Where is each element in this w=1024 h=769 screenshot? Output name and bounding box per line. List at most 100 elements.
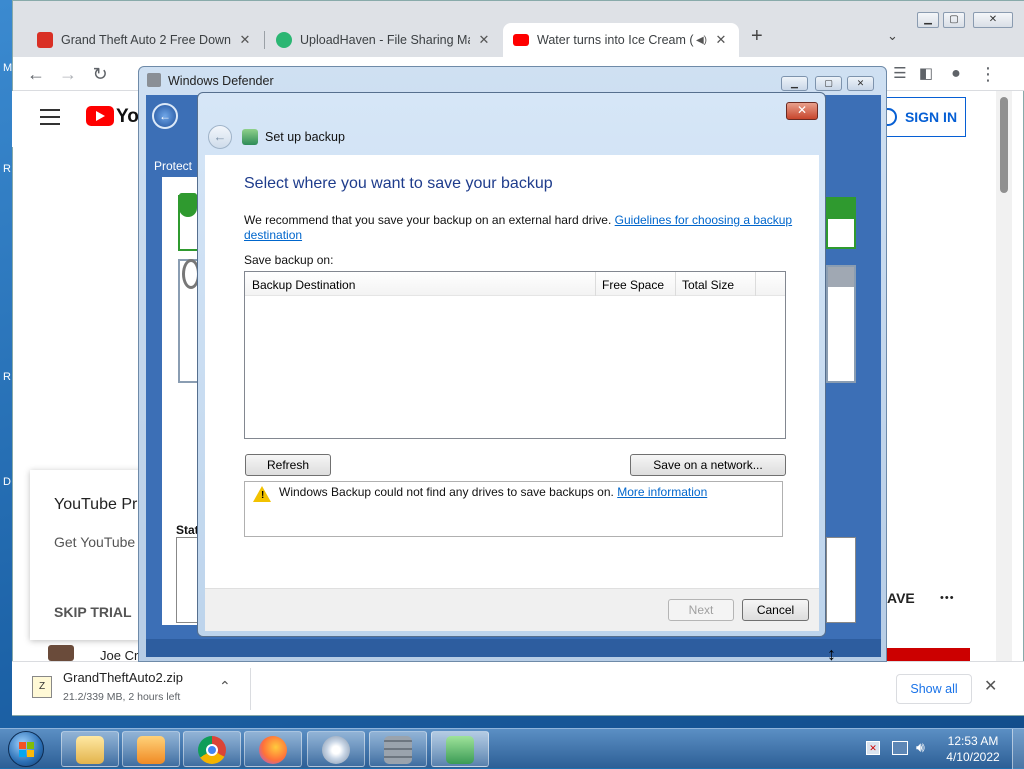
dialog-footer: Next Cancel bbox=[205, 588, 819, 631]
reading-list-icon[interactable]: ☰ bbox=[887, 61, 913, 87]
set-up-backup-dialog: ✕ ← Set up backup Select where you want … bbox=[197, 92, 826, 637]
uploadhaven-icon bbox=[276, 32, 292, 48]
taskbar-explorer[interactable] bbox=[61, 731, 119, 767]
dialog-title: Set up backup bbox=[265, 130, 345, 144]
save-backup-on-label: Save backup on: bbox=[244, 253, 334, 267]
close-tab-icon[interactable]: ✕ bbox=[237, 32, 253, 48]
tab-title: Water turns into Ice Cream ( bbox=[537, 33, 694, 47]
more-actions-icon[interactable]: ••• bbox=[940, 592, 955, 604]
cancel-button[interactable]: Cancel bbox=[742, 599, 809, 621]
back-arrow-icon[interactable]: ← bbox=[152, 103, 178, 129]
chrome-menu-icon[interactable]: ⋮ bbox=[975, 61, 1001, 87]
start-button[interactable] bbox=[8, 731, 44, 767]
new-tab-button[interactable]: + bbox=[751, 25, 763, 48]
clock-time: 12:53 AM bbox=[947, 734, 999, 748]
desktop-icon-label: R bbox=[3, 371, 11, 383]
page-heading: Select where you want to save your backu… bbox=[244, 175, 553, 192]
taskbar-firefox[interactable] bbox=[244, 731, 302, 767]
defender-castle-icon bbox=[384, 736, 412, 764]
back-arrow-icon[interactable]: ← bbox=[23, 61, 49, 87]
next-button[interactable]: Next bbox=[668, 599, 734, 621]
tab-search-chevron-icon[interactable]: ⌄ bbox=[887, 28, 898, 44]
taskbar-disc-app[interactable] bbox=[307, 731, 365, 767]
shield-icon bbox=[179, 193, 197, 217]
column-header-free-space[interactable]: Free Space bbox=[602, 278, 664, 292]
youtube-premium-promo: YouTube Pr Get YouTube SKIP TRIAL bbox=[30, 470, 142, 640]
page-scrollbar[interactable] bbox=[996, 91, 1012, 661]
maximize-button[interactable]: ▢ bbox=[815, 76, 842, 91]
save-on-network-button[interactable]: Save on a network... bbox=[630, 454, 786, 476]
channel-name[interactable]: Joe Cr bbox=[100, 648, 138, 661]
defender-footer bbox=[146, 639, 881, 657]
tab-youtube-active[interactable]: Water turns into Ice Cream ( ◀) ✕ bbox=[503, 23, 739, 57]
taskbar-chrome[interactable] bbox=[183, 731, 241, 767]
profile-avatar-icon[interactable]: ● bbox=[943, 61, 969, 87]
show-all-downloads-button[interactable]: Show all bbox=[896, 674, 972, 704]
more-information-link[interactable]: More information bbox=[617, 485, 707, 499]
download-options-chevron-icon[interactable]: ⌃ bbox=[219, 678, 231, 695]
youtube-icon bbox=[513, 34, 529, 46]
tab-gta2-download[interactable]: Grand Theft Auto 2 Free Downlo ✕ bbox=[27, 23, 263, 57]
folder-icon bbox=[76, 736, 104, 764]
download-filename[interactable]: GrandTheftAuto2.zip bbox=[63, 670, 183, 685]
close-tab-icon[interactable]: ✕ bbox=[713, 32, 729, 48]
destination-list[interactable]: Backup Destination Free Space Total Size bbox=[244, 271, 786, 439]
list-header: Backup Destination Free Space Total Size bbox=[245, 272, 785, 296]
intro-paragraph: We recommend that you save your backup o… bbox=[244, 213, 794, 243]
hamburger-menu-icon[interactable] bbox=[40, 109, 60, 125]
warning-icon-mark: ! bbox=[261, 490, 265, 501]
tab-uploadhaven[interactable]: UploadHaven - File Sharing Mad ✕ bbox=[266, 23, 502, 57]
reload-icon[interactable]: ↻ bbox=[87, 61, 113, 87]
column-header-destination[interactable]: Backup Destination bbox=[252, 278, 355, 292]
side-panel-icon[interactable]: ◧ bbox=[913, 61, 939, 87]
download-shelf: Z GrandTheftAuto2.zip 21.2/339 MB, 2 hou… bbox=[12, 661, 1024, 715]
refresh-button[interactable]: Refresh bbox=[245, 454, 331, 476]
intro-text: We recommend that you save your backup o… bbox=[244, 213, 612, 227]
guidelines-link-cont[interactable]: destination bbox=[244, 228, 302, 242]
channel-avatar[interactable] bbox=[48, 645, 74, 661]
taskbar-defender[interactable] bbox=[369, 731, 427, 767]
disc-icon bbox=[322, 736, 350, 764]
zip-file-icon: Z bbox=[32, 676, 52, 698]
tab-separator bbox=[264, 31, 265, 49]
taskbar-clock[interactable]: 12:53 AM 4/10/2022 bbox=[938, 733, 1008, 765]
network-icon[interactable] bbox=[892, 741, 908, 755]
audio-playing-icon[interactable]: ◀) bbox=[696, 35, 707, 46]
status-box-bottom-right bbox=[826, 537, 856, 623]
save-button[interactable]: AVE bbox=[887, 590, 915, 606]
minimize-button[interactable]: ▁ bbox=[781, 76, 808, 91]
action-center-warning-icon[interactable]: ✕ bbox=[866, 741, 880, 755]
youtube-logo-icon[interactable] bbox=[86, 106, 114, 126]
taskbar-media-player[interactable] bbox=[122, 731, 180, 767]
taskbar-backup[interactable] bbox=[431, 731, 489, 767]
back-arrow-icon[interactable]: ← bbox=[208, 125, 232, 149]
tab-title: Grand Theft Auto 2 Free Downlo bbox=[61, 33, 231, 47]
backup-icon bbox=[446, 736, 474, 764]
close-window-button[interactable]: ✕ bbox=[847, 76, 874, 91]
show-desktop-button[interactable] bbox=[1012, 729, 1024, 769]
column-divider bbox=[675, 272, 676, 296]
minimize-button[interactable]: ▁ bbox=[917, 12, 939, 28]
forward-arrow-icon[interactable]: → bbox=[55, 61, 81, 87]
skip-trial-button[interactable]: SKIP TRIAL bbox=[54, 604, 132, 620]
close-download-shelf-icon[interactable]: ✕ bbox=[984, 676, 997, 696]
warning-message: Windows Backup could not find any drives… bbox=[279, 485, 779, 499]
defender-castle-icon bbox=[147, 73, 161, 87]
close-dialog-button[interactable]: ✕ bbox=[786, 102, 818, 120]
close-window-button[interactable]: ✕ bbox=[973, 12, 1013, 28]
scrollbar-thumb[interactable] bbox=[1000, 97, 1008, 193]
window-title: Windows Defender bbox=[168, 74, 274, 88]
maximize-button[interactable]: ▢ bbox=[943, 12, 965, 28]
close-tab-icon[interactable]: ✕ bbox=[476, 32, 492, 48]
resize-cursor-icon: ↕ bbox=[827, 644, 836, 664]
guidelines-link[interactable]: Guidelines for choosing a backup bbox=[615, 213, 792, 227]
taskbar: ✕ 🔊︎ 12:53 AM 4/10/2022 bbox=[0, 728, 1024, 769]
status-label: Stat bbox=[176, 523, 199, 537]
column-header-total-size[interactable]: Total Size bbox=[682, 278, 734, 292]
volume-icon[interactable]: 🔊︎ bbox=[916, 739, 925, 756]
tab-title: UploadHaven - File Sharing Mad bbox=[300, 33, 470, 47]
firefox-icon bbox=[259, 736, 287, 764]
subscribe-button-edge[interactable] bbox=[887, 648, 970, 661]
divider bbox=[250, 668, 251, 710]
download-status: 21.2/339 MB, 2 hours left bbox=[63, 691, 181, 703]
